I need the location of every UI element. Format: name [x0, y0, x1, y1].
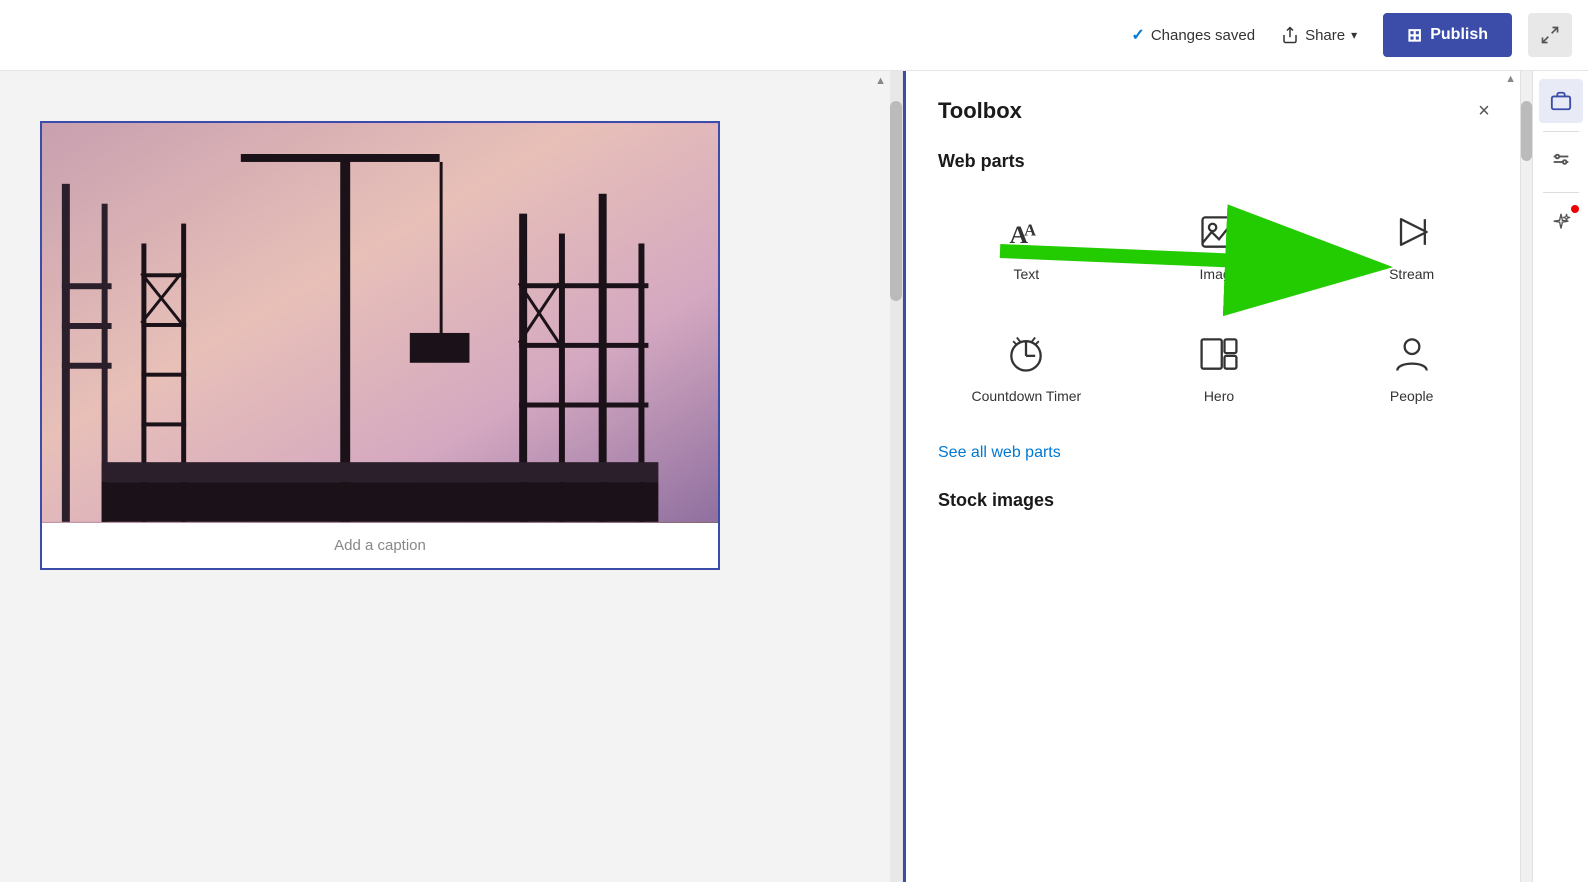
- collapse-button[interactable]: [1528, 13, 1572, 57]
- canvas-scrollbar[interactable]: [890, 71, 902, 882]
- toolbox-sidebar-button[interactable]: [1539, 79, 1583, 123]
- sidebar-divider: [1543, 131, 1579, 132]
- main-content: ▲: [0, 71, 1588, 882]
- text-part-icon: A A: [1002, 208, 1050, 256]
- hero-part-icon: [1195, 330, 1243, 378]
- book-icon: ⊞: [1407, 25, 1422, 46]
- stream-part-icon: [1388, 208, 1436, 256]
- sparkle-icon: [1550, 212, 1572, 234]
- stock-images-header: Stock images: [938, 490, 1500, 511]
- collapse-icon: [1540, 25, 1560, 45]
- web-part-hero[interactable]: Hero: [1131, 314, 1308, 420]
- image-part-icon: [1195, 208, 1243, 256]
- image-part-label: Image: [1200, 266, 1239, 282]
- text-part-label: Text: [1013, 266, 1039, 282]
- share-button[interactable]: Share ▾: [1271, 20, 1367, 50]
- share-icon: [1281, 26, 1299, 44]
- toolbox-separator: [903, 71, 906, 882]
- canvas-scroll-up: ▲: [875, 75, 886, 87]
- caption-placeholder: Add a caption: [334, 537, 426, 554]
- toolbox-close-button[interactable]: ×: [1468, 95, 1500, 127]
- web-parts-section: Web parts A A Text: [938, 151, 1500, 462]
- toolbox-scrollbar-thumb[interactable]: [1521, 101, 1532, 161]
- web-part-text[interactable]: A A Text: [938, 192, 1115, 298]
- countdown-part-icon: [1002, 330, 1050, 378]
- countdown-part-label: Countdown Timer: [971, 388, 1081, 404]
- check-icon: ✓: [1131, 25, 1144, 45]
- briefcase-icon: [1550, 90, 1572, 112]
- canvas-scrollbar-thumb[interactable]: [890, 101, 902, 301]
- toolbox-header: Toolbox ×: [938, 95, 1500, 127]
- caption-area[interactable]: Add a caption: [42, 523, 718, 568]
- toolbox-panel: ▲ Toolbox × Web parts A: [902, 71, 1532, 882]
- close-icon: ×: [1478, 100, 1490, 123]
- topbar: ✓ Changes saved Share ▾ ⊞ Publish: [0, 0, 1588, 71]
- web-parts-header: Web parts: [938, 151, 1500, 172]
- web-part-people[interactable]: People: [1323, 314, 1500, 420]
- web-part-stream[interactable]: Stream: [1323, 192, 1500, 298]
- canvas-area: ▲: [0, 71, 902, 882]
- share-label: Share: [1305, 27, 1345, 44]
- ai-sidebar-button[interactable]: [1539, 201, 1583, 245]
- people-part-icon: [1388, 330, 1436, 378]
- toolbox-scrollbar[interactable]: [1520, 71, 1532, 882]
- web-part-countdown[interactable]: Countdown Timer: [938, 314, 1115, 420]
- changes-saved-indicator: ✓ Changes saved: [1131, 25, 1255, 45]
- changes-saved-label: Changes saved: [1151, 27, 1255, 44]
- stock-images-section: Stock images: [938, 490, 1500, 511]
- see-all-web-parts-link[interactable]: See all web parts: [938, 444, 1500, 462]
- sliders-icon: [1550, 151, 1572, 173]
- publish-button[interactable]: ⊞ Publish: [1383, 13, 1512, 57]
- people-part-label: People: [1390, 388, 1434, 404]
- share-chevron-icon: ▾: [1351, 28, 1357, 42]
- sidebar-divider-2: [1543, 192, 1579, 193]
- publish-label: Publish: [1430, 26, 1488, 44]
- web-part-image[interactable]: Image: [1131, 192, 1308, 298]
- toolbox-title: Toolbox: [938, 98, 1022, 124]
- web-parts-grid: A A Text: [938, 192, 1500, 420]
- toolbox-inner: Toolbox × Web parts A A: [906, 71, 1532, 882]
- toolbox-scroll-up: ▲: [1505, 73, 1516, 85]
- settings-sidebar-button[interactable]: [1539, 140, 1583, 184]
- hero-part-label: Hero: [1204, 388, 1234, 404]
- notification-badge: [1571, 205, 1579, 213]
- stream-part-label: Stream: [1389, 266, 1434, 282]
- svg-text:A: A: [1024, 221, 1036, 240]
- construction-image: [42, 123, 718, 523]
- right-sidebar: [1532, 71, 1588, 882]
- image-block[interactable]: Add a caption: [40, 121, 720, 570]
